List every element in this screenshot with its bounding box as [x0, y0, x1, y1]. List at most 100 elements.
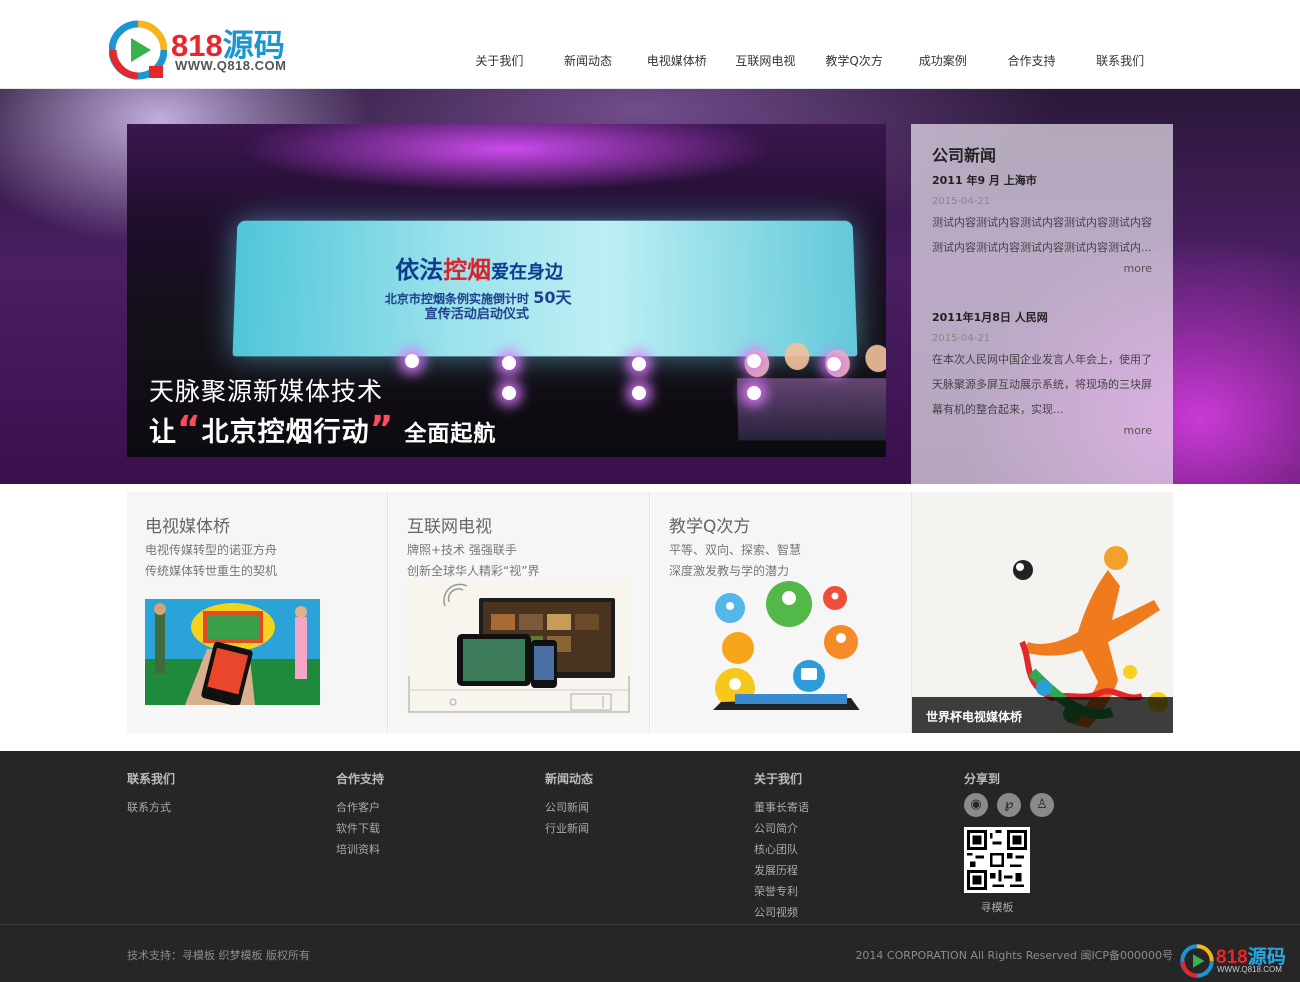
news-item-date: 2015-04-21: [932, 333, 991, 344]
news-more-link[interactable]: more: [1124, 262, 1153, 275]
company-news-panel: 公司新闻 2011 年9 月 上海市 2015-04-21 测试内容测试内容测试…: [911, 124, 1173, 484]
site-header: 818源码 WWW.Q818.COM 关于我们 新闻动态 电视媒体桥 互联网电视…: [0, 0, 1300, 89]
footer-link[interactable]: 公司视频: [754, 902, 809, 923]
footer-link[interactable]: 培训资料: [336, 839, 384, 860]
feature-internet-tv[interactable]: 互联网电视 牌照+技术 强强联手 创新全球华人精彩“视”界: [389, 492, 650, 733]
slide-caption-1: 天脉聚源新媒体技术: [149, 377, 384, 406]
tv-studio-image: [145, 599, 320, 705]
nav-cooperation[interactable]: 合作支持: [987, 52, 1076, 69]
watermark-logo: 818源码 WWW.Q818.COM: [1180, 942, 1295, 978]
stage-light: [747, 354, 761, 368]
news-item-title[interactable]: 2011 年9 月 上海市: [932, 172, 1152, 188]
footer-col-title: 合作支持: [336, 772, 385, 786]
footer-col-cooperation: 合作支持 合作客户 软件下载 培训资料: [336, 770, 384, 860]
stage-light: [502, 386, 516, 400]
news-more-link[interactable]: more: [1124, 424, 1153, 437]
screen-line1-c: 爱在身边: [491, 262, 563, 284]
qr-code-icon: [967, 830, 1027, 890]
stage-light: [747, 386, 761, 400]
footer-col-title: 联系我们: [127, 772, 176, 786]
footer-link[interactable]: 发展历程: [754, 860, 809, 881]
nav-tv-bridge[interactable]: 电视媒体桥: [632, 52, 721, 69]
nav-internet-tv[interactable]: 互联网电视: [721, 52, 810, 69]
worldcup-caption: 世界杯电视媒体桥: [912, 697, 1173, 733]
caption2-b: 北京控烟行动: [201, 417, 370, 448]
watermark-url: WWW.Q818.COM: [1217, 965, 1282, 974]
play-logo-icon: [1180, 944, 1214, 978]
footer-link[interactable]: 公司简介: [754, 818, 809, 839]
nav-cases[interactable]: 成功案例: [898, 52, 987, 69]
feature-line: 传统媒体转世重生的契机: [145, 564, 278, 578]
news-item-date: 2015-04-21: [932, 196, 991, 207]
nav-teaching[interactable]: 教学Q次方: [810, 52, 899, 69]
footer-link[interactable]: 董事长寄语: [754, 797, 809, 818]
footer-col-title: 关于我们: [754, 772, 803, 786]
screen-line2-num: 50天: [533, 288, 572, 307]
footer-copyright-right: 2014 CORPORATION All Rights Reserved 闽IC…: [855, 949, 1173, 962]
worldcup-banner[interactable]: 世界杯电视媒体桥: [912, 492, 1173, 733]
weibo-icon[interactable]: ◉: [964, 793, 988, 817]
stage-light: [827, 357, 841, 371]
hero-banner: 依法控烟爱在身边 北京市控烟条例实施倒计时 50天 宣传活动启动仪式 天脉聚源新…: [0, 89, 1300, 484]
feature-line: 创新全球华人精彩“视”界: [407, 564, 540, 578]
caption2-a: 让: [149, 417, 177, 448]
news-panel-title: 公司新闻: [932, 146, 997, 165]
qq-icon[interactable]: ♙: [1030, 793, 1054, 817]
caption2-quote-close: ”: [369, 409, 395, 450]
qr-label: 寻模板: [980, 901, 1014, 914]
feature-teaching[interactable]: 教学Q次方 平等、双向、探索、智慧 深度激发教与学的潜力: [651, 492, 912, 733]
news-item: 2011 年9 月 上海市 2015-04-21 测试内容测试内容测试内容测试内…: [932, 172, 1152, 275]
news-item-text: 测试内容测试内容测试内容测试内容测试内容测试内容测试内容测试内容测试内容测试内.…: [932, 216, 1152, 254]
nav-about[interactable]: 关于我们: [455, 52, 544, 69]
qr-code: [964, 827, 1030, 893]
footer-link[interactable]: 公司新闻: [545, 797, 593, 818]
news-item-title[interactable]: 2011年1月8日 人民网: [932, 309, 1152, 325]
caption2-quote-open: “: [177, 409, 202, 450]
footer-col-share: 分享到 ◉ ℘ ♙ 寻模板: [964, 770, 1054, 915]
nav-news[interactable]: 新闻动态: [544, 52, 633, 69]
stage-screen: 依法控烟爱在身边 北京市控烟条例实施倒计时 50天 宣传活动启动仪式: [232, 220, 886, 441]
screen-line1-b: 控烟: [443, 256, 492, 285]
footer-copyright-left: 技术支持：寻模板 织梦模板 版权所有: [127, 949, 310, 962]
feature-row: 电视媒体桥 电视传媒转型的诺亚方舟 传统媒体转世重生的契机 互联网电视 牌照+技…: [127, 492, 1173, 733]
footer-divider: [0, 924, 1300, 925]
stage-light: [632, 386, 646, 400]
tencent-weibo-icon[interactable]: ℘: [997, 793, 1021, 817]
footer-link[interactable]: 行业新闻: [545, 818, 593, 839]
footer-col-title: 新闻动态: [545, 772, 594, 786]
screen-line3: 宣传活动启动仪式: [424, 306, 529, 323]
stage-light: [502, 356, 516, 370]
feature-line: 平等、双向、探索、智慧: [669, 543, 802, 557]
stage-light: [405, 354, 419, 368]
main-nav: 关于我们 新闻动态 电视媒体桥 互联网电视 教学Q次方 成功案例 合作支持 联系…: [455, 52, 1165, 69]
caption2-c: 全面起航: [404, 422, 497, 447]
news-item-text: 在本次人民网中国企业发言人年会上，使用了天脉聚源多屏互动展示系统，将现场的三块屏…: [932, 353, 1152, 416]
footer-col-news: 新闻动态 公司新闻 行业新闻: [545, 770, 593, 839]
footer-link[interactable]: 合作客户: [336, 797, 384, 818]
news-item: 2011年1月8日 人民网 2015-04-21 在本次人民网中国企业发言人年会…: [932, 309, 1152, 437]
footer-col-title: 分享到: [964, 772, 1001, 786]
stage-light: [632, 357, 646, 371]
footer-link[interactable]: 软件下载: [336, 818, 384, 839]
nav-contact[interactable]: 联系我们: [1076, 52, 1165, 69]
feature-title: 互联网电视: [407, 517, 492, 537]
footer-link[interactable]: 荣誉专利: [754, 881, 809, 902]
logo-url: WWW.Q818.COM: [175, 58, 287, 73]
feature-tv-bridge[interactable]: 电视媒体桥 电视传媒转型的诺亚方舟 传统媒体转世重生的契机: [127, 492, 388, 733]
footer-col-contact: 联系我们 联系方式: [127, 770, 175, 818]
devices-image: [407, 580, 631, 716]
play-logo-icon: [109, 20, 167, 80]
teaching-bubbles-image: [713, 581, 860, 710]
site-footer: 联系我们 联系方式 合作支持 合作客户 软件下载 培训资料 新闻动态 公司新闻 …: [0, 751, 1300, 982]
footer-link[interactable]: 核心团队: [754, 839, 809, 860]
screen-line1-a: 依法: [395, 256, 444, 285]
feature-title: 电视媒体桥: [145, 517, 230, 537]
people-image: [735, 328, 886, 441]
feature-line: 牌照+技术 强强联手: [407, 543, 517, 557]
hero-slide[interactable]: 依法控烟爱在身边 北京市控烟条例实施倒计时 50天 宣传活动启动仪式 天脉聚源新…: [127, 124, 886, 457]
footer-link[interactable]: 联系方式: [127, 797, 175, 818]
slide-caption-2: 让“北京控烟行动” 全面起航: [149, 409, 496, 450]
feature-title: 教学Q次方: [669, 517, 751, 537]
footer-col-about: 关于我们 董事长寄语 公司简介 核心团队 发展历程 荣誉专利 公司视频: [754, 770, 809, 923]
site-logo[interactable]: 818源码 WWW.Q818.COM: [109, 18, 309, 80]
